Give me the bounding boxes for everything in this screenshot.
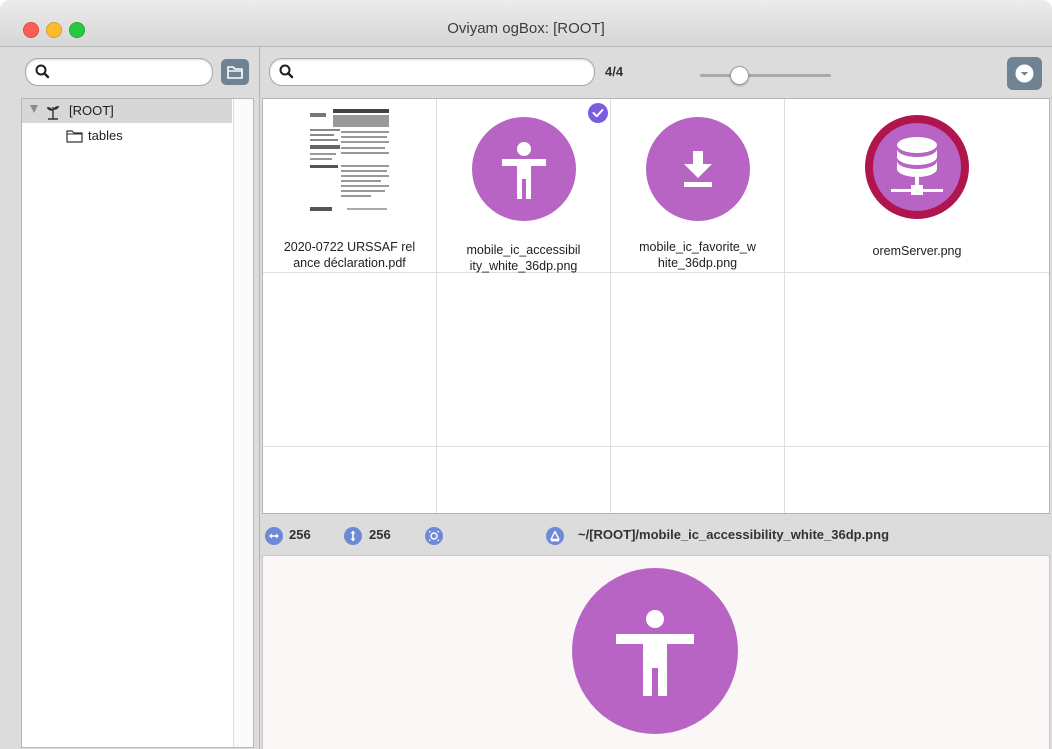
window-title: Oviyam ogBox: [ROOT] <box>447 20 605 37</box>
search-icon <box>35 64 50 79</box>
empty-cell <box>785 447 1049 513</box>
file-name: ance déclaration.pdf <box>293 256 406 270</box>
tree-scrollbar[interactable] <box>233 99 253 747</box>
plant-icon <box>47 106 59 120</box>
file-cell-selected[interactable]: mobile_ic_accessibil ity_white_36dp.png <box>437 99 611 273</box>
sidebar-search-input[interactable] <box>25 58 213 86</box>
zoom-slider-knob[interactable] <box>729 66 749 85</box>
title-bar: Oviyam ogBox: [ROOT] <box>0 0 1052 47</box>
options-menu-button[interactable] <box>1007 57 1042 90</box>
width-icon <box>265 527 283 545</box>
file-name: mobile_ic_favorite_w <box>639 240 756 254</box>
tree-item-root[interactable]: [ROOT] <box>22 99 232 123</box>
file-name: mobile_ic_accessibil <box>466 243 581 257</box>
empty-cell <box>611 273 785 447</box>
selected-check-icon <box>588 103 608 123</box>
folder-icon <box>227 66 243 79</box>
file-name: 2020-0722 URSSAF rel <box>283 240 416 254</box>
empty-cell <box>263 273 437 447</box>
tree-item-label: tables <box>88 128 123 143</box>
database-server-icon <box>865 115 969 219</box>
file-name: hite_36dp.png <box>657 256 738 270</box>
folder-tree: [ROOT] tables <box>21 98 254 748</box>
file-name: ity_white_36dp.png <box>469 259 578 273</box>
accessibility-icon <box>472 117 576 221</box>
image-preview <box>262 555 1050 749</box>
fit-to-window-icon[interactable] <box>425 527 443 545</box>
download-icon <box>646 117 750 221</box>
document-thumbnail <box>307 107 393 217</box>
search-icon <box>279 64 294 79</box>
sidebar: [ROOT] tables <box>0 47 260 749</box>
empty-cell <box>437 447 611 513</box>
file-cell[interactable]: oremServer.png <box>785 99 1049 273</box>
info-bar: 256 256 ~/[ROOT]/mobile_ic_accessibility… <box>262 518 1048 552</box>
zoom-slider[interactable] <box>700 74 831 77</box>
empty-cell <box>785 273 1049 447</box>
empty-cell <box>263 447 437 513</box>
file-name: oremServer.png <box>872 244 962 258</box>
file-cell[interactable]: mobile_ic_favorite_w hite_36dp.png <box>611 99 785 273</box>
result-count: 4/4 <box>605 64 624 79</box>
image-width: 256 <box>289 527 311 542</box>
tree-item-tables[interactable]: tables <box>22 126 232 150</box>
folder-icon <box>66 130 83 143</box>
chevron-down-circle-icon <box>1015 64 1034 83</box>
file-search-input[interactable] <box>269 58 595 86</box>
file-cell[interactable]: 2020-0722 URSSAF rel ance déclaration.pd… <box>263 99 437 273</box>
file-grid: 2020-0722 URSSAF rel ance déclaration.pd… <box>262 98 1050 514</box>
empty-cell <box>437 273 611 447</box>
empty-cell <box>611 447 785 513</box>
height-icon <box>344 527 362 545</box>
accessibility-icon <box>572 568 738 734</box>
image-height: 256 <box>369 527 391 542</box>
tree-item-label: [ROOT] <box>69 103 114 118</box>
main-panel: 4/4 2020-0722 URSSAF rel ance déclaratio… <box>260 47 1052 749</box>
file-path: ~/[ROOT]/mobile_ic_accessibility_white_3… <box>578 527 890 542</box>
open-folder-button[interactable] <box>221 59 249 85</box>
app-window: Oviyam ogBox: [ROOT] [ROOT] tables 4/4 2… <box>0 0 1052 749</box>
image-type-icon <box>546 527 564 545</box>
disclosure-triangle-icon[interactable] <box>30 105 38 113</box>
